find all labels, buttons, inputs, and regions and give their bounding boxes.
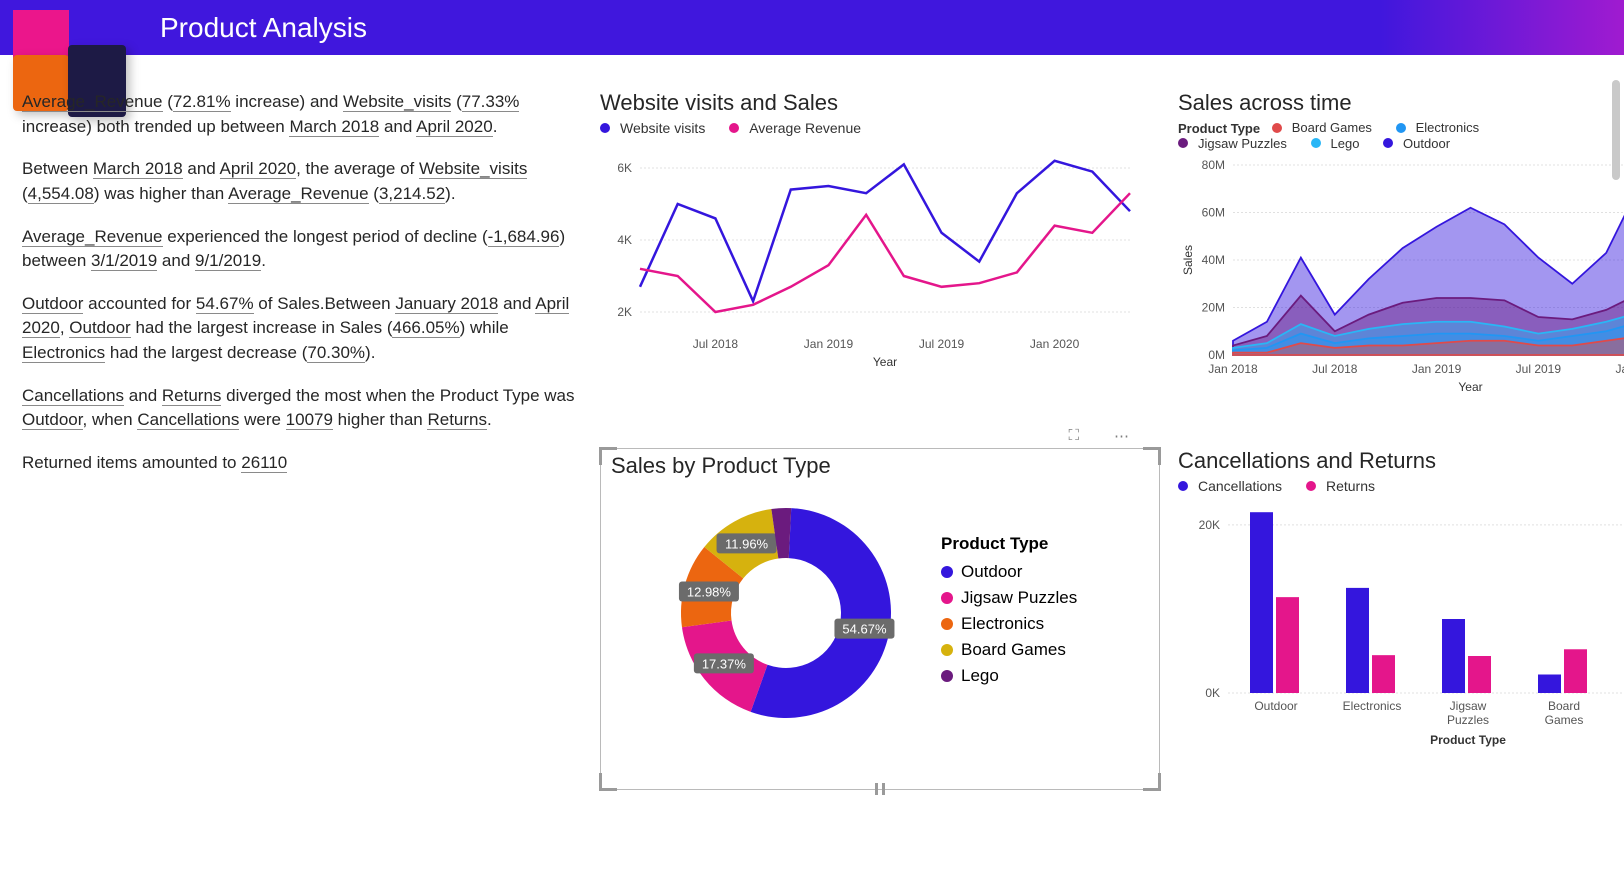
tile-cancel-returns[interactable]: Cancellations and Returns Cancellations … [1178,448,1518,791]
svg-text:Sales: Sales [1181,245,1195,275]
svg-text:Games: Games [1545,713,1584,727]
resize-grip-icon[interactable] [1143,773,1161,791]
svg-text:Board: Board [1548,699,1580,713]
svg-text:Year: Year [1458,380,1482,394]
svg-text:60M: 60M [1202,206,1225,220]
svg-text:Jul 2019: Jul 2019 [1516,362,1562,376]
tile-title: Sales by Product Type [611,453,1149,479]
tile-sales-time[interactable]: Sales across time Product Type Board Gam… [1178,90,1518,438]
svg-text:Jigsaw: Jigsaw [1450,699,1487,713]
resize-grip-icon[interactable] [875,783,885,795]
insight-text: Cancellations and Returns diverged the m… [22,384,576,433]
tile-title: Sales across time [1178,90,1518,116]
svg-text:12.98%: 12.98% [687,584,732,599]
line-chart[interactable]: 2K 4K 6K Jul 2018 Jan 2019 Jul 2019 Jan 2020 Ye… [600,140,1140,370]
svg-text:0K: 0K [1205,686,1220,700]
svg-text:Jan 2020: Jan 2020 [1030,337,1080,351]
legend: Cancellations Returns [1178,478,1518,494]
area-chart[interactable]: 0M 20M 40M 60M 80M Jan 2018 Jul 2018 Jan 2019 Ju… [1178,155,1624,395]
insight-text: Returned items amounted to 26110 [22,451,576,476]
svg-text:17.37%: 17.37% [702,656,747,671]
svg-text:Electronics: Electronics [1343,699,1402,713]
bar-chart[interactable]: 0K 20K Outdoor Electronics JigsawPuzzles Boar… [1178,498,1624,748]
svg-text:Jan 2019: Jan 2019 [1412,362,1462,376]
svg-text:80M: 80M [1202,158,1225,172]
svg-text:4K: 4K [617,233,632,247]
svg-text:2K: 2K [617,305,632,319]
svg-text:20M: 20M [1202,301,1225,315]
insight-text: Outdoor accounted for 54.67% of Sales.Be… [22,292,576,366]
insight-text: Average_Revenue experienced the longest … [22,225,576,274]
donut-chart[interactable]: 54.67% 17.37% 12.98% 11.96% [611,483,941,743]
tile-title: Website visits and Sales [600,90,1160,116]
svg-text:40M: 40M [1202,253,1225,267]
scrollbar-thumb[interactable] [1612,80,1620,180]
legend: Product Type Board Games Electronics Jig… [1178,120,1518,151]
svg-text:Jul 2018: Jul 2018 [693,337,739,351]
svg-text:6K: 6K [617,161,632,175]
svg-text:Jul 2018: Jul 2018 [1312,362,1358,376]
svg-text:0M: 0M [1208,348,1225,362]
svg-text:Jan 2020: Jan 2020 [1615,362,1624,376]
resize-grip-icon[interactable] [599,447,617,465]
svg-text:Jan 2019: Jan 2019 [804,337,854,351]
legend: Website visits Average Revenue [600,120,1160,136]
svg-text:Product Type: Product Type [1430,733,1506,747]
insight-text: Average_Revenue (72.81% increase) and We… [22,90,576,139]
svg-text:Jan 2018: Jan 2018 [1208,362,1258,376]
svg-text:Jul 2019: Jul 2019 [919,337,965,351]
svg-text:54.67%: 54.67% [842,621,887,636]
insights-panel[interactable]: Average_Revenue (72.81% increase) and We… [22,90,582,790]
resize-grip-icon[interactable] [1143,447,1161,465]
svg-text:11.96%: 11.96% [725,536,769,551]
svg-text:Puzzles: Puzzles [1447,713,1489,727]
tile-title: Cancellations and Returns [1178,448,1518,474]
insight-text: Between March 2018 and April 2020, the a… [22,157,576,206]
svg-text:Outdoor: Outdoor [1254,699,1297,713]
donut-legend: Product Type Outdoor Jigsaw Puzzles Elec… [941,534,1077,692]
focus-mode-icon[interactable]: ⛶ [1068,427,1079,445]
svg-text:20K: 20K [1199,517,1220,531]
tile-visits-sales[interactable]: Website visits and Sales Website visits … [600,90,1160,438]
resize-grip-icon[interactable] [599,773,617,791]
tile-sales-product[interactable]: ⛶ ⋯ Sales by Product Type 54.67%17.37%12… [600,448,1160,791]
svg-text:Year: Year [873,355,897,369]
more-options-icon[interactable]: ⋯ [1114,427,1129,445]
